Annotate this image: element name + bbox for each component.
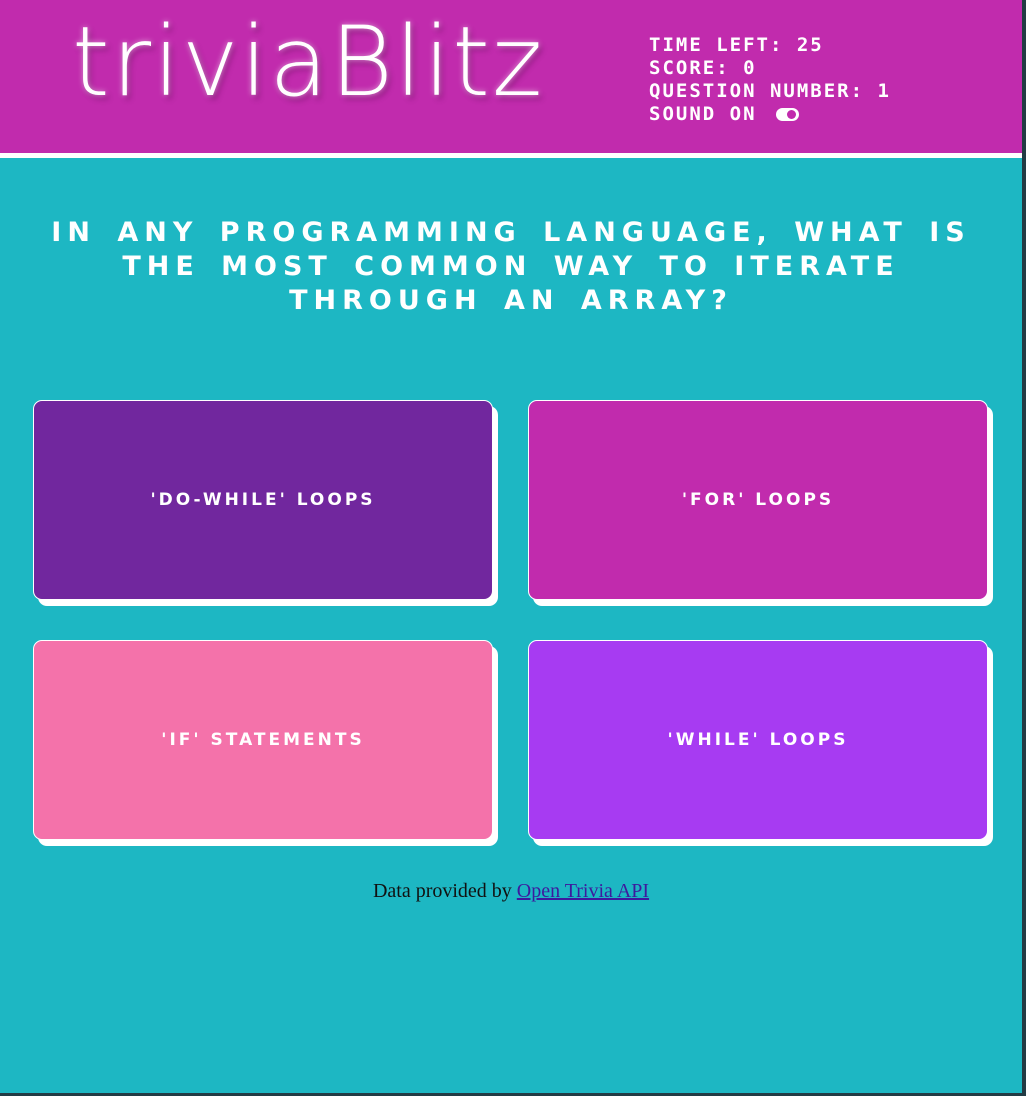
answer-label: 'If' Statements <box>161 730 365 750</box>
score-value: 0 <box>743 57 757 79</box>
question-number: QUESTION NUMBER: 1 <box>649 80 1009 103</box>
data-credit: Data provided by Open Trivia API <box>0 880 1022 903</box>
time-left-label: TIME LEFT: <box>649 34 784 56</box>
credit-prefix: Data provided by <box>372 880 512 902</box>
answer-button-2[interactable]: 'For' loops <box>528 400 988 600</box>
open-trivia-api-link[interactable]: Open Trivia API <box>517 880 649 902</box>
answer-label: 'For' loops <box>681 490 835 510</box>
answer-button-1[interactable]: 'Do-while' loops <box>33 400 493 600</box>
question-text: In any programming language, what is the… <box>51 217 971 316</box>
answer-label: 'Do-while' loops <box>150 490 376 510</box>
answer-button-4[interactable]: 'While' loops <box>528 640 988 840</box>
question-number-label: QUESTION NUMBER: <box>649 80 865 102</box>
time-left: TIME LEFT: 25 <box>649 34 1009 57</box>
toggle-knob-icon <box>786 110 796 119</box>
answer-button-3[interactable]: 'If' Statements <box>33 640 493 840</box>
question-number-value: 1 <box>877 80 891 102</box>
score-label: SCORE: <box>649 57 730 79</box>
logo: triviaBlitz <box>72 6 545 118</box>
time-left-value: 25 <box>796 34 824 56</box>
score: SCORE: 0 <box>649 57 1009 80</box>
sound-setting: SOUND ON <box>649 103 1009 126</box>
header: triviaBlitz TIME LEFT: 25 SCORE: 0 QUEST… <box>0 0 1022 158</box>
sound-label: SOUND ON <box>649 103 757 125</box>
sound-toggle[interactable] <box>775 108 799 121</box>
answer-label: 'While' loops <box>667 730 849 750</box>
stats-panel: TIME LEFT: 25 SCORE: 0 QUESTION NUMBER: … <box>649 34 1009 126</box>
page: triviaBlitz TIME LEFT: 25 SCORE: 0 QUEST… <box>0 0 1022 1093</box>
